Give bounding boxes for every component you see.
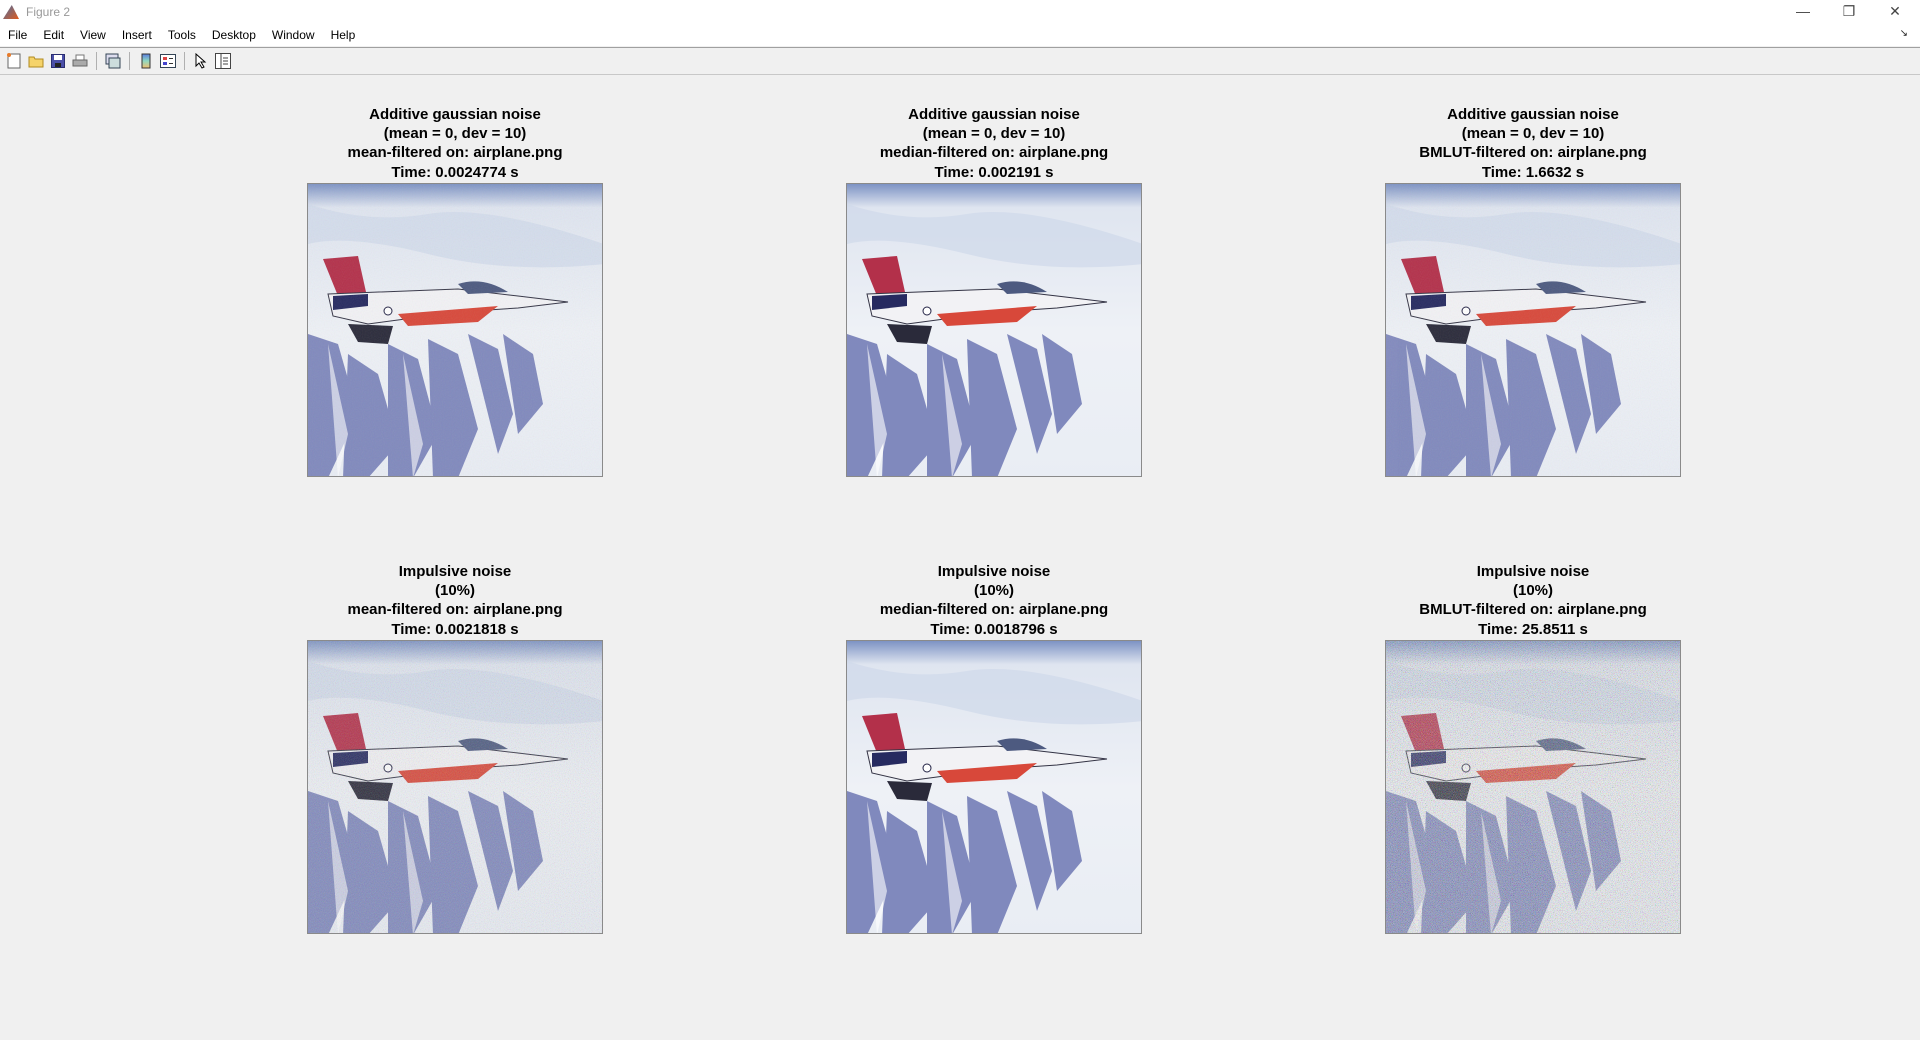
axes-title-line: Additive gaussian noise <box>369 106 541 123</box>
menu-tools[interactable]: Tools <box>160 28 204 42</box>
axes-title-line: (10%) <box>973 582 1014 600</box>
matlab-logo-icon <box>3 5 19 19</box>
axes-title: Additive gaussian noise (mean = 0, dev = … <box>1385 105 1681 182</box>
axes-title-line: BMLUT-filtered on: airplane.png <box>1419 601 1647 619</box>
airplane-image-axes[interactable] <box>307 640 603 934</box>
minimize-button[interactable]: — <box>1780 0 1826 24</box>
axes-title-line: (mean = 0, dev = 10) <box>922 125 1066 143</box>
airplane-image-axes[interactable] <box>1385 183 1681 477</box>
axes-title-line: Time: 25.8511 s <box>1478 620 1588 638</box>
new-figure-icon[interactable] <box>5 52 23 70</box>
axes-title-line: Impulsive noise <box>1476 563 1590 580</box>
airplane-image-axes[interactable] <box>846 640 1142 934</box>
restore-button[interactable]: ❐ <box>1826 0 1872 24</box>
axes-title: Impulsive noise (10%) mean-filtered on: ai… <box>307 562 603 639</box>
axes-title-line: median-filtered on: airplane.png <box>879 144 1109 162</box>
print-icon[interactable] <box>71 52 89 70</box>
figure-toolbar <box>0 47 1920 75</box>
menu-insert[interactable]: Insert <box>114 28 160 42</box>
edit-plot-arrow-icon[interactable] <box>192 52 210 70</box>
menu-window[interactable]: Window <box>264 28 323 42</box>
property-inspector-icon[interactable] <box>214 52 232 70</box>
axes-title-line: Time: 1.6632 s <box>1481 163 1585 181</box>
insert-legend-icon[interactable] <box>159 52 177 70</box>
axes-title-line: (10%) <box>434 582 475 600</box>
axes-title-line: Additive gaussian noise <box>908 106 1080 123</box>
axes-title: Additive gaussian noise (mean = 0, dev = … <box>307 105 603 182</box>
axes-title: Impulsive noise (10%) median-filtered on: … <box>846 562 1142 639</box>
axes-title-line: median-filtered on: airplane.png <box>879 601 1109 619</box>
axes-title: Additive gaussian noise (mean = 0, dev = … <box>846 105 1142 182</box>
axes-title-line: Time: 0.0018796 s <box>930 620 1058 638</box>
axes-title-line: Impulsive noise <box>398 563 512 580</box>
axes-title: Impulsive noise (10%) BMLUT-filtered on: a… <box>1385 562 1681 639</box>
dock-button[interactable]: ↘ <box>1892 28 1916 39</box>
axes-title-line: mean-filtered on: airplane.png <box>347 601 563 619</box>
axes-title-line: Impulsive noise <box>937 563 1051 580</box>
window-title: Figure 2 <box>26 5 71 19</box>
axes-title-line: Time: 0.002191 s <box>934 163 1054 181</box>
menu-view[interactable]: View <box>72 28 114 42</box>
save-icon[interactable] <box>49 52 67 70</box>
axes-title-line: (mean = 0, dev = 10) <box>1461 125 1605 143</box>
axes-title-line: (mean = 0, dev = 10) <box>383 125 527 143</box>
airplane-image-axes[interactable] <box>1385 640 1681 934</box>
menu-help[interactable]: Help <box>323 28 364 42</box>
axes-title-line: Time: 0.0021818 s <box>391 620 519 638</box>
open-file-icon[interactable] <box>27 52 45 70</box>
toolbar-separator <box>96 52 97 70</box>
title-bar: Figure 2 — ❐ ✕ <box>0 0 1920 24</box>
axes-title-line: (10%) <box>1512 582 1553 600</box>
close-button[interactable]: ✕ <box>1872 0 1918 24</box>
airplane-image-axes[interactable] <box>307 183 603 477</box>
toolbar-separator <box>184 52 185 70</box>
menu-desktop[interactable]: Desktop <box>204 28 264 42</box>
axes-title-line: BMLUT-filtered on: airplane.png <box>1419 144 1647 162</box>
menu-bar: File Edit View Insert Tools Desktop Wind… <box>0 24 1920 46</box>
link-plot-icon[interactable] <box>104 52 122 70</box>
axes-title-line: mean-filtered on: airplane.png <box>347 144 563 162</box>
toolbar-separator <box>129 52 130 70</box>
menu-edit[interactable]: Edit <box>35 28 72 42</box>
axes-title-line: Time: 0.0024774 s <box>391 163 519 181</box>
insert-colorbar-icon[interactable] <box>137 52 155 70</box>
axes-title-line: Additive gaussian noise <box>1447 106 1619 123</box>
menu-file[interactable]: File <box>0 28 35 42</box>
airplane-image-axes[interactable] <box>846 183 1142 477</box>
